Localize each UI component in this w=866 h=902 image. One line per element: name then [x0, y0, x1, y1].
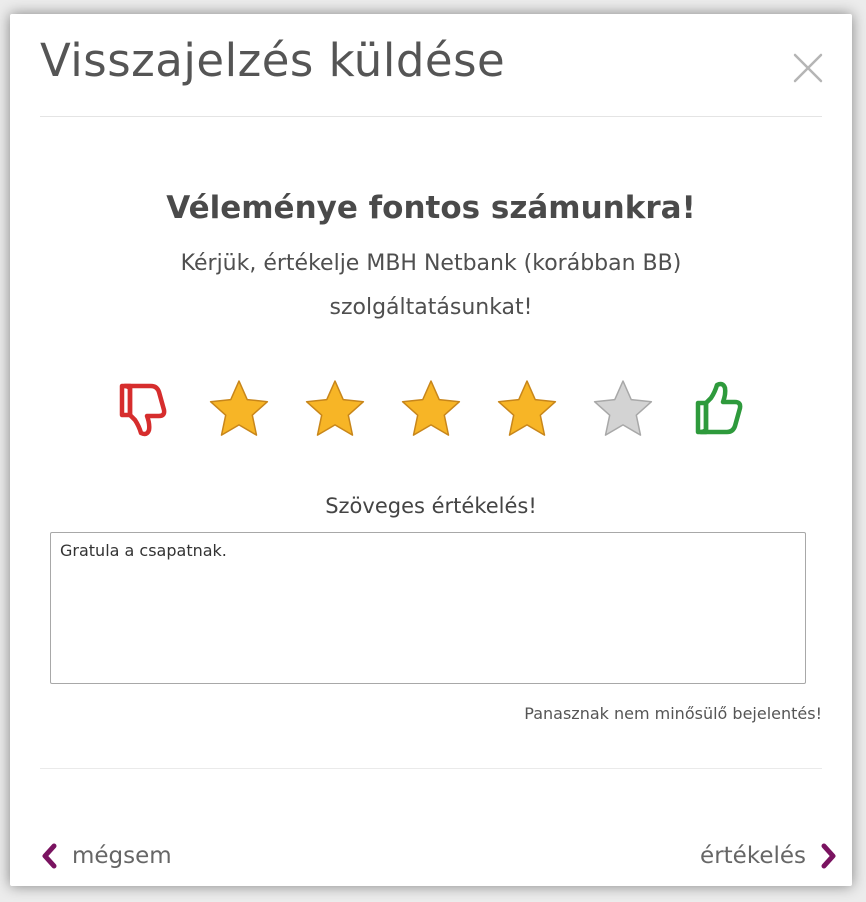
dislike-button[interactable]: [108, 374, 178, 444]
star-shape: [401, 380, 461, 436]
rating-bar: [108, 374, 778, 444]
star-shape: [305, 380, 365, 436]
rating-star-2[interactable]: [300, 374, 370, 444]
header-divider: [40, 116, 822, 117]
feedback-textarea[interactable]: Gratula a csapatnak.: [50, 532, 806, 684]
rating-star-3[interactable]: [396, 374, 466, 444]
star-shape: [497, 380, 557, 436]
feedback-headline: Véleménye fontos számunkra!: [166, 190, 696, 226]
chevron-right-icon: [821, 843, 836, 869]
cancel-button[interactable]: mégsem: [40, 836, 172, 876]
submit-label: értékelés: [700, 843, 806, 869]
star-icon: [209, 380, 269, 436]
footer-divider: [40, 768, 822, 769]
chevron-left-icon: [42, 843, 57, 869]
feedback-text-label: Szöveges értékelés!: [325, 494, 537, 518]
rating-star-1[interactable]: [204, 374, 274, 444]
thumbs-down-icon: [119, 383, 167, 437]
star-icon: [305, 380, 365, 436]
thumbs-up-icon: [695, 381, 743, 435]
star-shape: [209, 380, 269, 436]
star-icon: [497, 380, 557, 436]
dialog-title: Visszajelzés küldése: [40, 34, 506, 87]
cancel-label: mégsem: [72, 843, 172, 869]
like-button[interactable]: [684, 374, 754, 444]
star-icon: [593, 380, 653, 436]
feedback-subtitle: Kérjük, értékelje MBH Netbank (korábban …: [180, 251, 682, 320]
close-icon[interactable]: [792, 52, 824, 84]
feedback-dialog: Visszajelzés küldése Véleménye fontos sz…: [10, 14, 852, 886]
star-icon: [401, 380, 461, 436]
star-shape: [593, 380, 653, 436]
submit-button[interactable]: értékelés: [700, 836, 838, 876]
rating-star-5[interactable]: [588, 374, 658, 444]
rating-star-4[interactable]: [492, 374, 562, 444]
complaint-note: Panasznak nem minősülő bejelentés!: [524, 704, 822, 723]
